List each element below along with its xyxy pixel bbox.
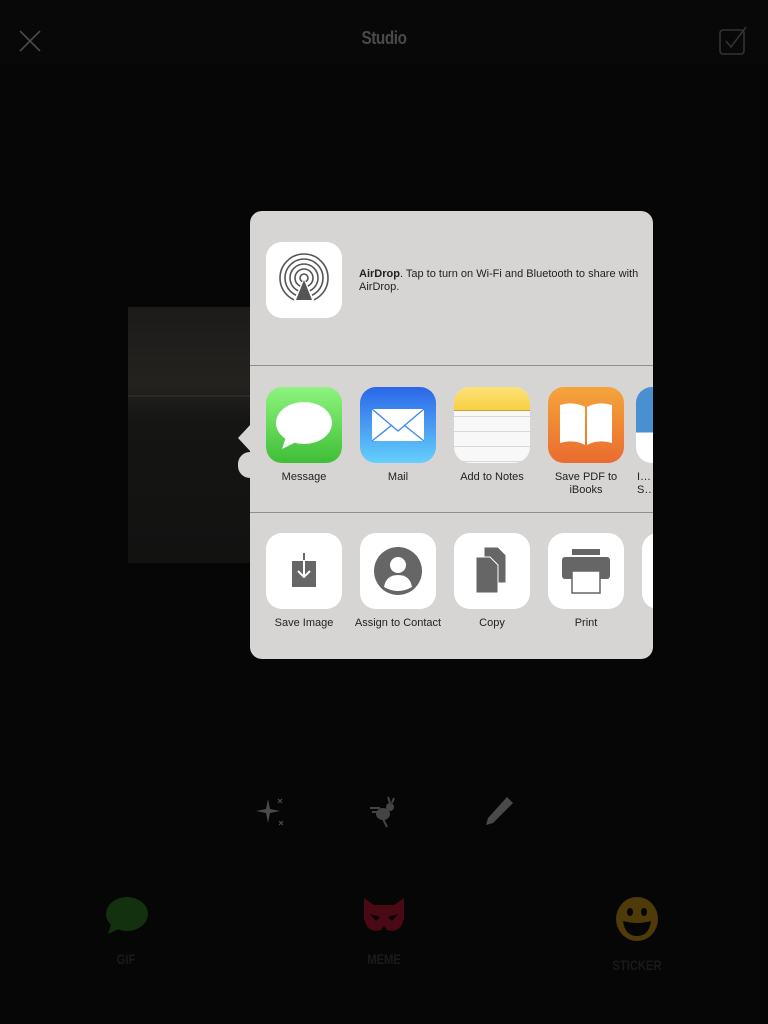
action-label: Copy — [479, 617, 505, 629]
share-message[interactable]: Message — [266, 387, 342, 484]
close-icon[interactable] — [18, 29, 42, 53]
share-label: Mail — [387, 471, 409, 483]
action-print[interactable]: Print — [548, 533, 624, 630]
action-copy[interactable]: Copy — [454, 533, 530, 630]
share-sheet: AirDrop. Tap to turn on Wi-Fi and Blueto… — [250, 211, 653, 659]
action-label: Print — [574, 617, 598, 629]
tab-sticker[interactable]: STICKER — [597, 896, 677, 973]
save-image-icon — [266, 533, 342, 609]
airdrop-icon[interactable] — [266, 242, 342, 318]
share-label: I… S… — [637, 471, 653, 496]
page-title: Studio — [361, 28, 407, 48]
tab-label: STICKER — [612, 957, 662, 973]
messages-icon — [266, 387, 342, 463]
copy-icon — [454, 533, 530, 609]
notes-icon — [454, 387, 530, 463]
checkbox-check-icon[interactable] — [718, 26, 748, 56]
share-label: Message — [281, 471, 327, 483]
contact-icon — [360, 533, 436, 609]
action-row: Save Image Assign to Contact Copy Print — [250, 513, 653, 659]
pencil-icon[interactable] — [482, 795, 516, 829]
chat-bubble-icon — [106, 897, 148, 934]
share-mail[interactable]: Mail — [360, 387, 436, 484]
action-assign-contact[interactable]: Assign to Contact — [355, 533, 441, 630]
airdrop-section[interactable]: AirDrop. Tap to turn on Wi-Fi and Blueto… — [250, 211, 653, 366]
rabbit-speed-icon[interactable] — [366, 795, 400, 829]
airdrop-message: AirDrop. Tap to turn on Wi-Fi and Blueto… — [359, 268, 644, 294]
tab-label: GIF — [116, 951, 136, 967]
cat-mask-icon — [364, 898, 404, 931]
airdrop-title: AirDrop — [359, 268, 400, 280]
action-save-image[interactable]: Save Image — [266, 533, 342, 630]
top-bar: Studio — [0, 0, 768, 65]
action-label: Assign to Contact — [354, 617, 442, 629]
share-notes[interactable]: Add to Notes — [454, 387, 530, 484]
sparkle-icon[interactable] — [252, 795, 286, 829]
action-label: Save Image — [274, 617, 334, 629]
airdrop-description: . Tap to turn on Wi-Fi and Bluetooth to … — [359, 268, 639, 293]
ibooks-icon — [548, 387, 624, 463]
smiley-icon — [616, 897, 658, 941]
partial-app-icon — [636, 387, 653, 463]
share-label: Add to Notes — [460, 471, 524, 483]
tab-gif[interactable]: GIF — [86, 896, 166, 967]
action-partial[interactable] — [642, 533, 653, 609]
photo-preview — [128, 307, 252, 563]
share-partial-app[interactable]: I… S… — [636, 387, 653, 497]
share-ibooks[interactable]: Save PDF to iBooks — [548, 387, 624, 497]
mail-icon — [360, 387, 436, 463]
tab-meme[interactable]: MEME — [344, 896, 424, 967]
print-icon — [548, 533, 624, 609]
app-row: Message Mail Add to Notes Save PDF to iB… — [250, 367, 653, 513]
share-label: Save PDF to iBooks — [554, 471, 618, 496]
partial-action-icon — [642, 533, 653, 609]
tab-label: MEME — [367, 951, 401, 967]
